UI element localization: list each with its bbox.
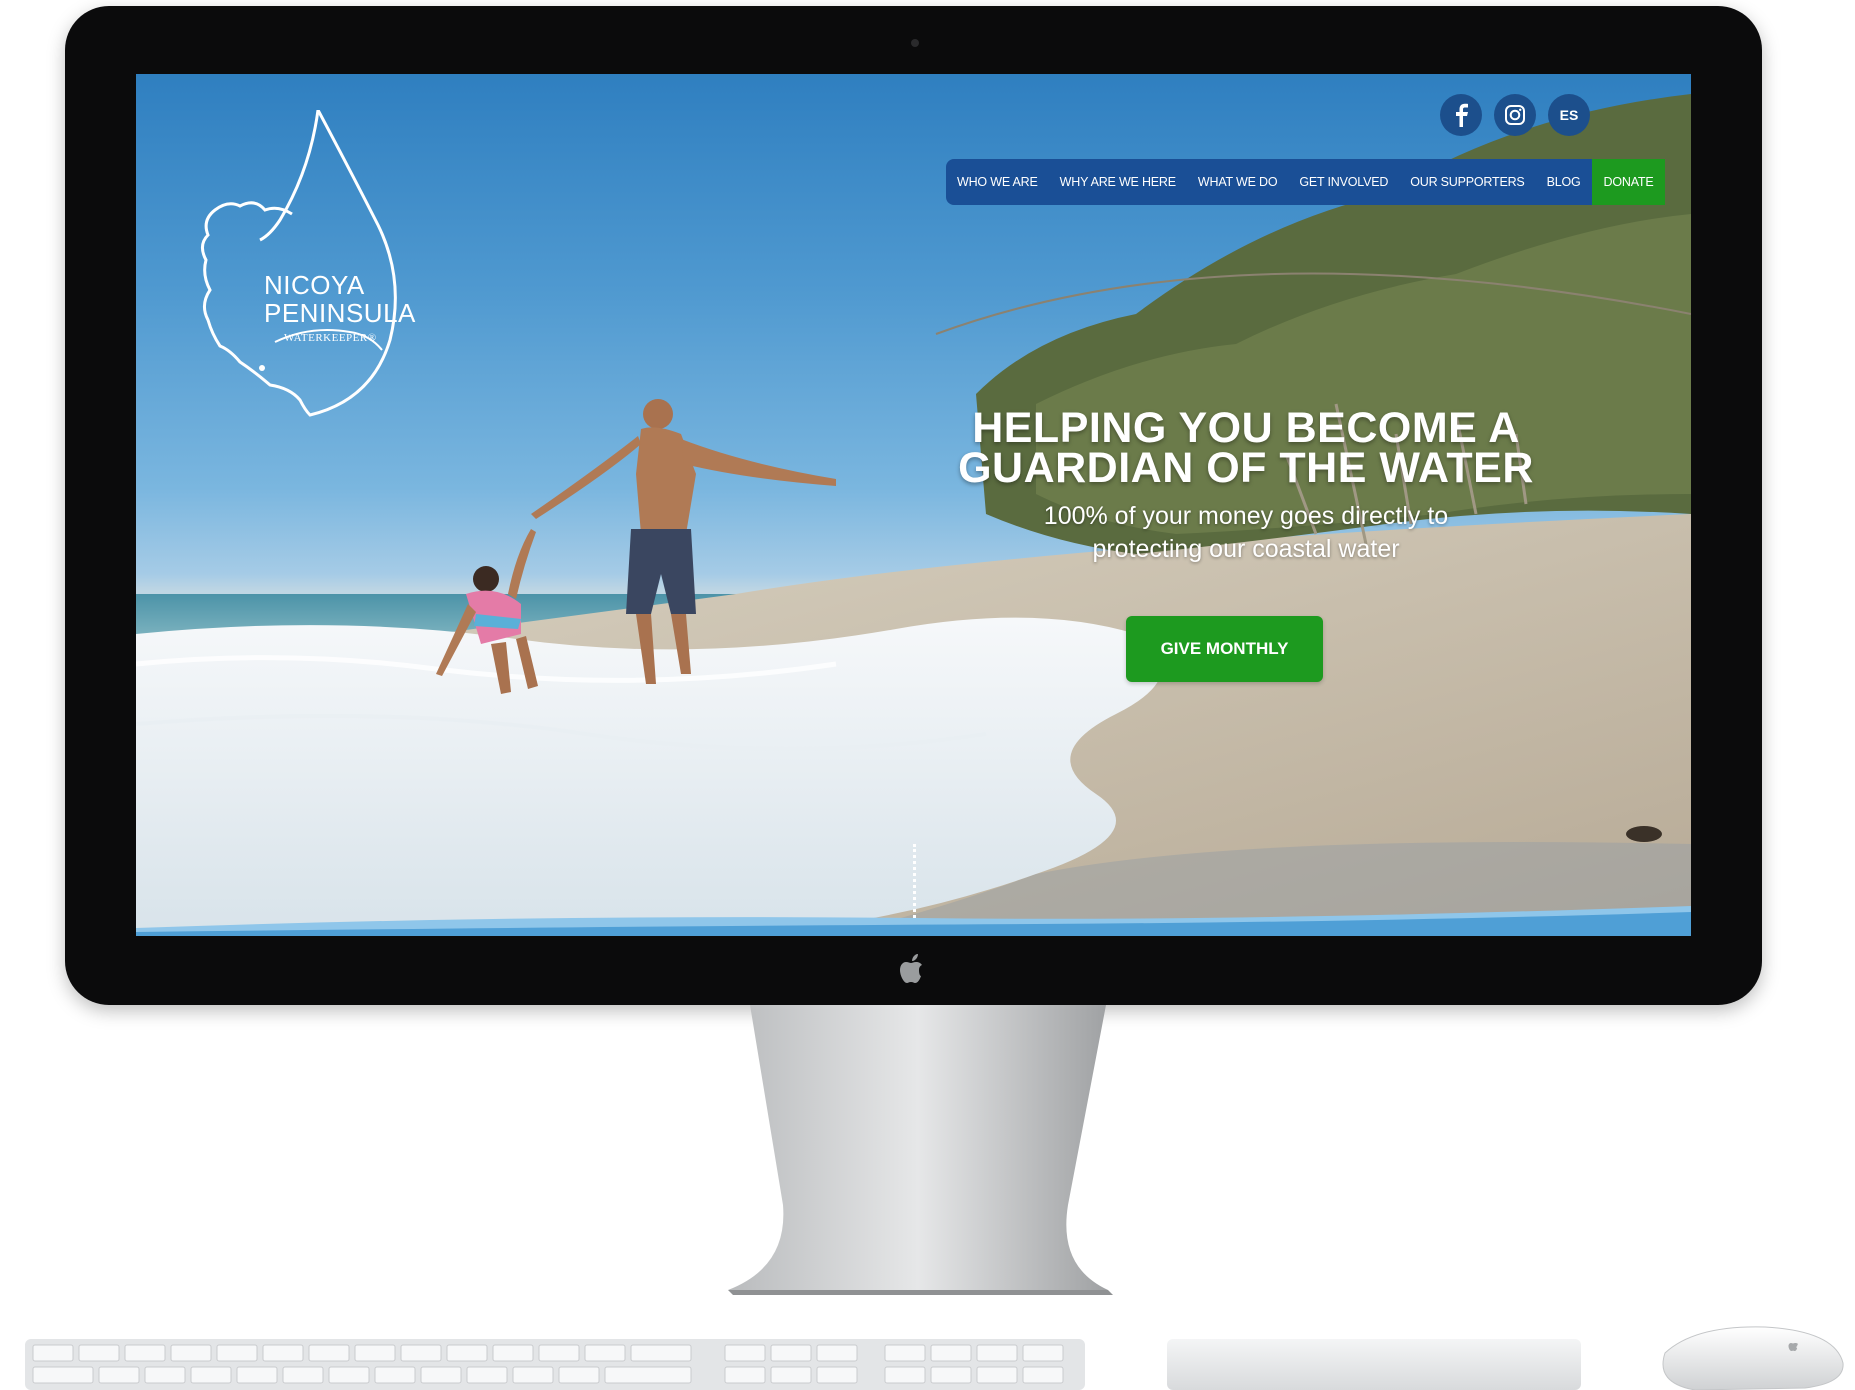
keyboard bbox=[25, 1339, 1085, 1390]
trackpad bbox=[1167, 1339, 1581, 1390]
nav-item-our-supporters[interactable]: OUR SUPPORTERS bbox=[1399, 159, 1535, 205]
logo-line-3: WATERKEEPER® bbox=[284, 332, 377, 344]
social-bar: ES bbox=[1440, 94, 1590, 136]
hero-subtitle-line-1: 100% of your money goes directly to bbox=[1043, 502, 1449, 530]
nav-item-get-involved[interactable]: GET INVOLVED bbox=[1288, 159, 1399, 205]
website-screen: NICOYA PENINSULA WATERKEEPER® ES WHO WE … bbox=[136, 74, 1691, 936]
logo-line-1: NICOYA bbox=[264, 270, 365, 300]
mouse bbox=[1662, 1326, 1844, 1390]
hero-section: HELPING YOU BECOME A GUARDIAN OF THE WAT… bbox=[896, 407, 1596, 566]
nav-item-what-we-do[interactable]: WHAT WE DO bbox=[1187, 159, 1288, 205]
main-nav: WHO WE ARE WHY ARE WE HERE WHAT WE DO GE… bbox=[946, 159, 1666, 205]
language-switch-button[interactable]: ES bbox=[1548, 94, 1590, 136]
nav-item-why-are-we-here[interactable]: WHY ARE WE HERE bbox=[1049, 159, 1187, 205]
nav-item-blog[interactable]: BLOG bbox=[1536, 159, 1592, 205]
water-drop-logo-icon bbox=[201, 110, 397, 417]
hero-title-line-2: GUARDIAN OF THE WATER bbox=[958, 444, 1534, 492]
logo-line-2: PENINSULA bbox=[264, 298, 416, 328]
camera-icon bbox=[911, 39, 919, 47]
hero-subtitle-line-2: protecting our coastal water bbox=[1092, 535, 1400, 563]
hero-title: HELPING YOU BECOME A GUARDIAN OF THE WAT… bbox=[896, 407, 1596, 490]
facebook-icon[interactable] bbox=[1440, 94, 1482, 136]
donate-button[interactable]: DONATE bbox=[1591, 159, 1666, 205]
give-monthly-button[interactable]: GIVE MONTHLY bbox=[1126, 616, 1323, 682]
monitor-stand bbox=[728, 1005, 1113, 1295]
apple-logo-icon bbox=[900, 954, 922, 983]
instagram-icon[interactable] bbox=[1494, 94, 1536, 136]
site-logo[interactable]: NICOYA PENINSULA WATERKEEPER® bbox=[200, 110, 430, 420]
nav-item-who-we-are[interactable]: WHO WE ARE bbox=[946, 159, 1049, 205]
hero-subtitle: 100% of your money goes directly to prot… bbox=[896, 500, 1596, 566]
bottom-wave-divider bbox=[136, 906, 1691, 936]
